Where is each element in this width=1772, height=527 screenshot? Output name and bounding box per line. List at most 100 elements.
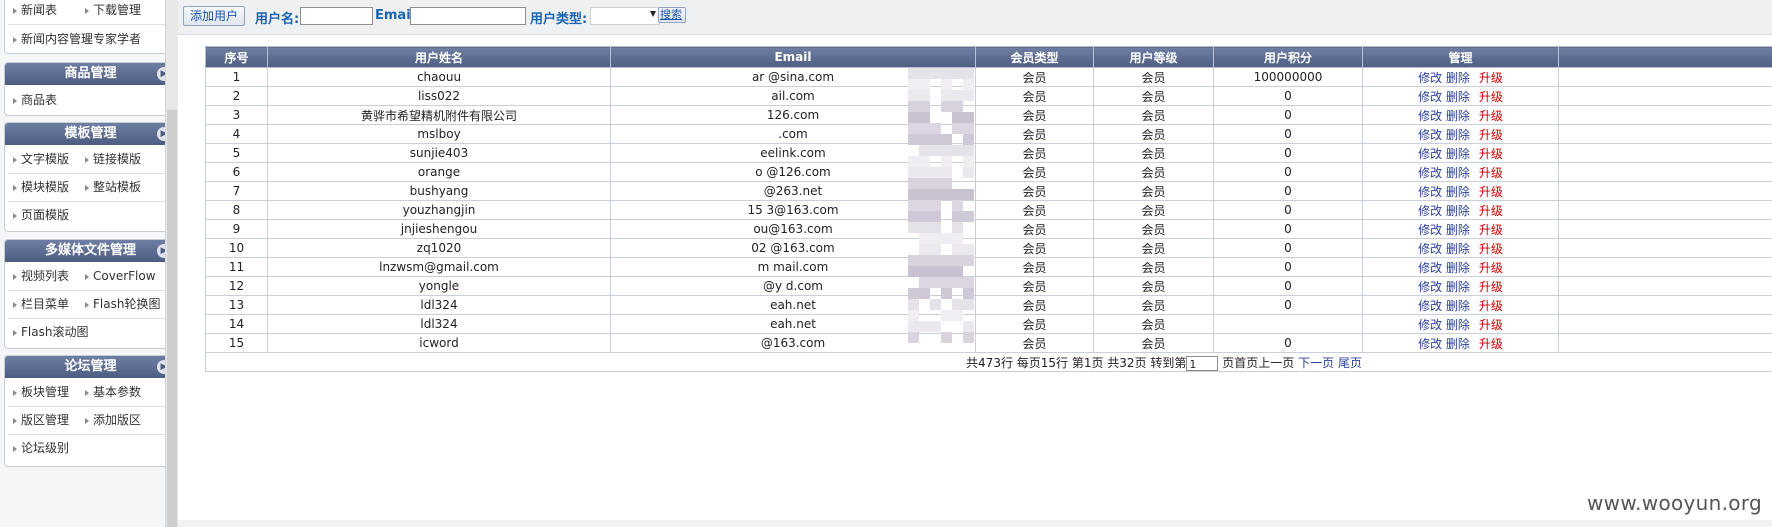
sidebar-item-coverflow[interactable]: CoverFlow	[85, 262, 156, 290]
edit-link[interactable]: 修改	[1418, 128, 1442, 142]
col-header-member-type[interactable]: 会员类型	[976, 47, 1094, 68]
add-user-button[interactable]: 添加用户	[183, 6, 245, 26]
horizontal-scrollbar[interactable]	[178, 520, 1772, 527]
mosaic-block	[919, 79, 930, 90]
sidebar-item-module-template[interactable]: 模块模版	[13, 173, 69, 201]
delete-link[interactable]: 删除	[1446, 242, 1470, 256]
sidebar-item-flash-carousel[interactable]: Flash轮换图	[85, 290, 160, 318]
sidebar-item-video-list[interactable]: 视频列表	[13, 262, 69, 290]
col-header-points[interactable]: 用户积分	[1214, 47, 1363, 68]
upgrade-link[interactable]: 升级	[1479, 223, 1503, 237]
pager-prev: 上一页	[1258, 356, 1294, 370]
delete-link[interactable]: 删除	[1446, 204, 1470, 218]
sidebar-item-goods-table[interactable]: 商品表	[13, 86, 57, 114]
sidebar-item-forum-level[interactable]: 论坛级别	[13, 434, 69, 462]
upgrade-link[interactable]: 升级	[1479, 261, 1503, 275]
edit-link[interactable]: 修改	[1418, 90, 1442, 104]
upgrade-link[interactable]: 升级	[1479, 337, 1503, 351]
edit-link[interactable]: 修改	[1418, 71, 1442, 85]
edit-link[interactable]: 修改	[1418, 185, 1442, 199]
sidebar-item-basic-params[interactable]: 基本参数	[85, 378, 141, 406]
delete-link[interactable]: 删除	[1446, 166, 1470, 180]
sidebar-item-add-area[interactable]: 添加版区	[85, 406, 141, 434]
page-number-input[interactable]: 1	[1186, 356, 1218, 371]
edit-link[interactable]: 修改	[1418, 204, 1442, 218]
col-header-email[interactable]: Email	[611, 47, 976, 68]
sidebar-item-text-template[interactable]: 文字模版	[13, 145, 69, 173]
upgrade-link[interactable]: 升级	[1479, 166, 1503, 180]
upgrade-link[interactable]: 升级	[1479, 204, 1503, 218]
delete-link[interactable]: 删除	[1446, 318, 1470, 332]
delete-link[interactable]: 删除	[1446, 90, 1470, 104]
edit-link[interactable]: 修改	[1418, 223, 1442, 237]
delete-link[interactable]: 删除	[1446, 185, 1470, 199]
sidebar-item-experts[interactable]: 专家学者	[85, 25, 141, 53]
delete-link[interactable]: 删除	[1446, 71, 1470, 85]
sidebar-item-site-template[interactable]: 整站模板	[85, 173, 141, 201]
upgrade-link[interactable]: 升级	[1479, 299, 1503, 313]
upgrade-link[interactable]: 升级	[1479, 185, 1503, 199]
sidebar-item-link-template[interactable]: 链接模版	[85, 145, 141, 173]
mosaic-block	[930, 134, 941, 145]
section-header-templates[interactable]: 模板管理 ▶	[5, 123, 176, 145]
sidebar-item-page-template[interactable]: 页面模版	[13, 201, 69, 229]
section-header-forum[interactable]: 论坛管理 ▶	[5, 356, 176, 378]
table-row: 13 ldl324 eah.net 会员 会员 0 修改 删除 升级	[206, 296, 1772, 315]
upgrade-link[interactable]: 升级	[1479, 109, 1503, 123]
search-button[interactable]: 搜索	[658, 7, 686, 23]
sidebar-item-column-menu[interactable]: 栏目菜单	[13, 290, 69, 318]
sidebar-item-news-content[interactable]: 新闻内容管理	[13, 25, 93, 53]
table-row: 11 lnzwsm@gmail.com m mail.com 会员 会员 0 修改 删除 升级	[206, 258, 1772, 277]
upgrade-link[interactable]: 升级	[1479, 242, 1503, 256]
sidebar-item-area-manage[interactable]: 版区管理	[13, 406, 69, 434]
delete-link[interactable]: 删除	[1446, 128, 1470, 142]
delete-link[interactable]: 删除	[1446, 109, 1470, 123]
cell-actions: 修改 删除 升级	[1363, 125, 1559, 144]
bullet-icon	[85, 390, 89, 396]
delete-link[interactable]: 删除	[1446, 223, 1470, 237]
edit-link[interactable]: 修改	[1418, 147, 1442, 161]
mosaic-block	[930, 299, 941, 310]
pager-next-link[interactable]: 下一页	[1298, 356, 1334, 370]
scrollbar-thumb[interactable]	[167, 110, 177, 527]
edit-link[interactable]: 修改	[1418, 166, 1442, 180]
col-header-id[interactable]: 序号	[206, 47, 268, 68]
col-header-name[interactable]: 用户姓名	[268, 47, 611, 68]
edit-link[interactable]: 修改	[1418, 242, 1442, 256]
sidebar-item-news-table[interactable]: 新闻表	[13, 0, 57, 24]
mosaic-block	[930, 167, 941, 178]
email-input[interactable]	[410, 7, 526, 25]
sidebar-item-flash-scroll[interactable]: Flash滚动图	[13, 318, 88, 346]
cell-id: 3	[206, 106, 268, 125]
section-header-media[interactable]: 多媒体文件管理 ▶	[5, 240, 176, 262]
usertype-select[interactable]	[590, 7, 660, 25]
delete-link[interactable]: 删除	[1446, 280, 1470, 294]
edit-link[interactable]: 修改	[1418, 109, 1442, 123]
cell-level: 会员	[1094, 220, 1214, 239]
section-header-goods[interactable]: 商品管理 ▶	[5, 63, 176, 85]
cell-member-type: 会员	[976, 315, 1094, 334]
upgrade-link[interactable]: 升级	[1479, 280, 1503, 294]
upgrade-link[interactable]: 升级	[1479, 128, 1503, 142]
edit-link[interactable]: 修改	[1418, 299, 1442, 313]
col-header-level[interactable]: 用户等级	[1094, 47, 1214, 68]
edit-link[interactable]: 修改	[1418, 318, 1442, 332]
mosaic-block	[919, 178, 930, 189]
delete-link[interactable]: 删除	[1446, 337, 1470, 351]
table-row: 10 zq1020 02 @163.com 会员 会员 0 修改 删除 升级	[206, 239, 1772, 258]
sidebar-item-board-manage[interactable]: 板块管理	[13, 378, 69, 406]
edit-link[interactable]: 修改	[1418, 280, 1442, 294]
delete-link[interactable]: 删除	[1446, 299, 1470, 313]
upgrade-link[interactable]: 升级	[1479, 318, 1503, 332]
sidebar-scrollbar[interactable]	[165, 0, 178, 527]
sidebar-item-download[interactable]: 下载管理	[85, 0, 141, 24]
upgrade-link[interactable]: 升级	[1479, 71, 1503, 85]
username-input[interactable]	[300, 7, 373, 25]
upgrade-link[interactable]: 升级	[1479, 147, 1503, 161]
pager-last-link[interactable]: 尾页	[1338, 356, 1362, 370]
delete-link[interactable]: 删除	[1446, 147, 1470, 161]
edit-link[interactable]: 修改	[1418, 261, 1442, 275]
upgrade-link[interactable]: 升级	[1479, 90, 1503, 104]
delete-link[interactable]: 删除	[1446, 261, 1470, 275]
edit-link[interactable]: 修改	[1418, 337, 1442, 351]
